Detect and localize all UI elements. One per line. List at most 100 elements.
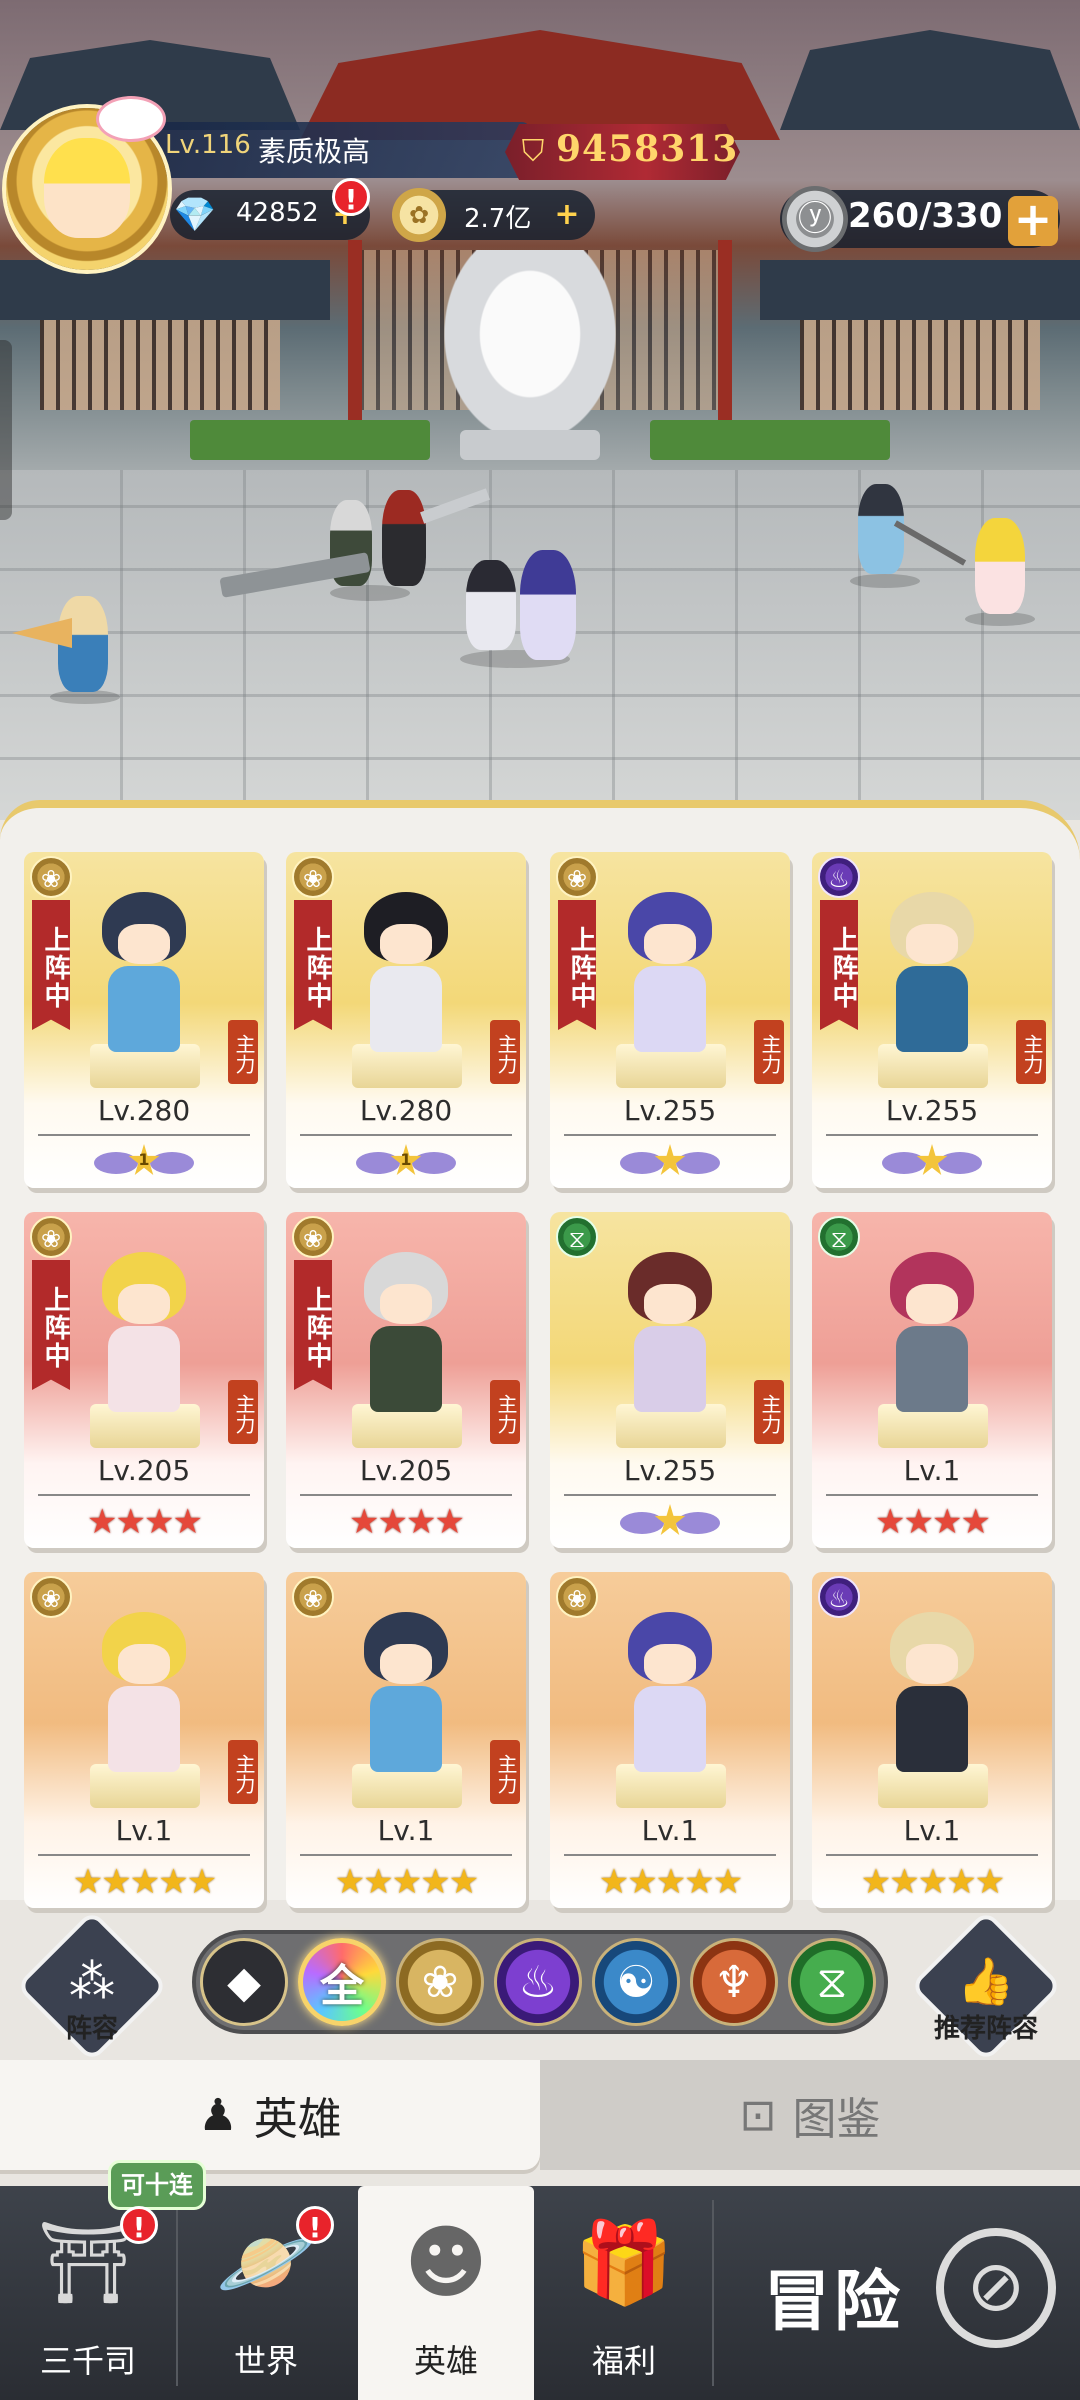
hero-portrait-face [380, 1284, 432, 1324]
filter-meditation-icon[interactable]: ♆ [690, 1938, 778, 2026]
hero-card[interactable]: ❀ 上阵中 主力 Lv.280 1 [286, 852, 526, 1188]
deployed-ribbon: 上阵中 [294, 1260, 332, 1390]
card-divider [38, 1494, 250, 1496]
hero-portrait-body [896, 966, 968, 1052]
hero-level: Lv.1 [377, 1814, 435, 1847]
filter-yin-yang-icon[interactable]: ☯ [592, 1938, 680, 2026]
blonde-fox-girl-sprite [975, 518, 1025, 614]
card-divider [38, 1134, 250, 1136]
filter-diamond-grid-icon[interactable]: ◆ [200, 1938, 288, 2026]
purple-hair-mage-sprite [520, 550, 576, 660]
tab-heroes-label: 英雄 [253, 2094, 342, 2145]
awaken-rank-icon [620, 1144, 720, 1180]
hero-level: Lv.1 [903, 1454, 961, 1487]
hero-silhouette-icon: ♟ [198, 2089, 238, 2141]
hero-portrait-face [118, 1284, 170, 1324]
hero-level: Lv.255 [623, 1094, 717, 1127]
diamond-alert-icon: ! [332, 178, 370, 216]
awaken-wing-right [938, 1152, 982, 1174]
awaken-number: 1 [400, 1150, 412, 1169]
tab-codex[interactable]: ⊡ 图鉴 [540, 2060, 1080, 2170]
hero-portrait-body [108, 966, 180, 1052]
hero-level: Lv.1 [641, 1814, 699, 1847]
hero-card[interactable]: ❀ 上阵中 主力 Lv.205 ★★★★ [24, 1212, 264, 1548]
black-hair-girl-sprite [466, 560, 516, 650]
tab-heroes[interactable]: ♟ 英雄 [0, 2060, 540, 2170]
dna-faction-icon: ⧖ [556, 1216, 598, 1258]
star-rating: ★★★★★ [72, 1862, 217, 1902]
hero-portrait-body [108, 1686, 180, 1772]
player-title: 素质极高 [258, 135, 371, 168]
card-divider [300, 1854, 512, 1856]
nav-heroes[interactable]: ☻ 英雄 [358, 2186, 534, 2400]
hero-portrait [94, 1252, 194, 1412]
card-divider [826, 1854, 1038, 1856]
stamina-plus-button[interactable]: + [1008, 196, 1058, 246]
hero-card[interactable]: ♨ Lv.1 ★★★★★ [812, 1572, 1052, 1908]
hero-portrait-face [906, 1644, 958, 1684]
filter-flame-icon[interactable]: ♨ [494, 1938, 582, 2026]
statue-base [460, 430, 600, 460]
hero-portrait-face [644, 924, 696, 964]
avatar-face [44, 138, 130, 238]
hero-portrait-face [380, 924, 432, 964]
hero-card[interactable]: ❀ Lv.1 ★★★★★ [550, 1572, 790, 1908]
hero-portrait-face [644, 1644, 696, 1684]
gift-box-icon: 🎁 [574, 2216, 674, 2309]
main-force-tag: 主力 [490, 1020, 520, 1084]
hero-portrait-body [108, 1326, 180, 1412]
left-lattice [40, 320, 280, 410]
hero-level: Lv.1 [115, 1814, 173, 1847]
diamond-count: 42852 [236, 198, 319, 228]
sprite-shadow [50, 690, 120, 704]
hero-portrait [620, 1612, 720, 1772]
player-avatar[interactable] [6, 96, 168, 270]
hero-card[interactable]: ⧖ Lv.1 ★★★★ [812, 1212, 1052, 1548]
deployed-ribbon: 上阵中 [294, 900, 332, 1030]
combat-power-icon: ⛉ [521, 134, 545, 169]
nav-welfare[interactable]: 🎁 福利 [536, 2186, 712, 2400]
hero-card[interactable]: ❀ 上阵中 主力 Lv.205 ★★★★ [286, 1212, 526, 1548]
awaken-wing-left [620, 1512, 664, 1534]
hero-portrait-face [118, 924, 170, 964]
main-force-tag: 主力 [490, 1740, 520, 1804]
hero-portrait [882, 1612, 982, 1772]
star-rating: ★★★★ [875, 1502, 991, 1542]
star-rating: ★★★★★ [860, 1862, 1005, 1902]
card-divider [564, 1494, 776, 1496]
sanqiansi-alert-icon: ! [120, 2206, 158, 2244]
hero-level: Lv.1 [903, 1814, 961, 1847]
lotus-faction-icon: ❀ [292, 856, 334, 898]
hero-card[interactable]: ❀ 主力 Lv.1 ★★★★★ [24, 1572, 264, 1908]
hero-card[interactable]: ❀ 上阵中 主力 Lv.255 [550, 852, 790, 1188]
filter-lotus-icon[interactable]: ❀ [396, 1938, 484, 2026]
star-book-icon: ⊡ [739, 2089, 777, 2141]
coin-plus-icon[interactable]: + [552, 200, 582, 230]
hero-card[interactable]: ♨ 上阵中 主力 Lv.255 [812, 852, 1052, 1188]
filter-all-button[interactable]: 全 [298, 1938, 386, 2026]
nav-adventure[interactable]: 冒险 ⊘ [714, 2186, 1080, 2400]
hero-portrait-face [380, 1644, 432, 1684]
dna-faction-icon: ⧖ [818, 1216, 860, 1258]
sprite-shadow [330, 585, 410, 601]
blue-outfit-spearman-sprite [858, 484, 904, 574]
nav-welfare-label: 福利 [591, 2342, 656, 2380]
hero-card[interactable]: ❀ 主力 Lv.1 ★★★★★ [286, 1572, 526, 1908]
awaken-rank-icon: 1 [94, 1144, 194, 1180]
hero-card[interactable]: ⧖ 主力 Lv.255 [550, 1212, 790, 1548]
side-drawer-handle[interactable] [0, 340, 12, 520]
hero-portrait-body [634, 1326, 706, 1412]
bunny-ornament-icon [96, 96, 166, 142]
lotus-faction-icon: ❀ [292, 1576, 334, 1618]
hero-head-icon: ☻ [404, 2216, 488, 2309]
stamina-icon: ⓨ [782, 186, 848, 252]
flame-faction-icon: ♨ [818, 1576, 860, 1618]
hero-portrait [620, 892, 720, 1052]
lineup-icon: ⁂ [69, 1954, 115, 2008]
hero-portrait-face [118, 1644, 170, 1684]
filter-dna-icon[interactable]: ⧖ [788, 1938, 876, 2026]
hero-portrait-face [644, 1284, 696, 1324]
hero-card[interactable]: ❀ 上阵中 主力 Lv.280 1 [24, 852, 264, 1188]
main-force-tag: 主力 [490, 1380, 520, 1444]
hero-portrait [356, 892, 456, 1052]
